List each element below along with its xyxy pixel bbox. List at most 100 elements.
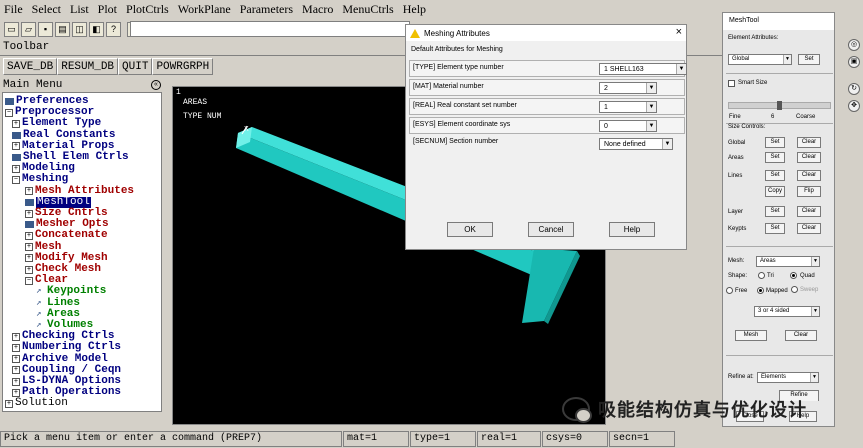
main-menu-item[interactable]: + Archive Model — [12, 353, 108, 365]
main-menu-item[interactable]: + Mesh — [25, 241, 61, 253]
quad-radio[interactable] — [790, 272, 797, 279]
menu-parameters[interactable]: Parameters — [240, 2, 293, 17]
main-menu-item[interactable]: ↗ Lines — [36, 297, 80, 309]
quit-button[interactable]: QUIT — [118, 58, 153, 75]
free-radio[interactable] — [726, 287, 733, 294]
refine-at-select[interactable]: Elements ▼ — [757, 372, 819, 383]
mesh-type-select[interactable]: Areas ▼ — [756, 256, 820, 267]
element-attributes-select[interactable]: Global ▼ — [728, 54, 792, 65]
refine-at-value: Elements — [761, 374, 787, 380]
menu-help[interactable]: Help — [403, 2, 426, 17]
slider-thumb[interactable] — [777, 101, 782, 110]
mapped-radio[interactable] — [757, 287, 764, 294]
areas-clear-button[interactable]: Clear — [797, 152, 821, 163]
mesh-label: Mesh: — [728, 258, 745, 264]
expand-icon: + — [25, 187, 33, 196]
main-menu-item[interactable]: Real Constants — [12, 128, 116, 141]
main-menu-item[interactable]: ↗ Keypoints — [36, 286, 106, 297]
dialog-title: Meshing Attributes — [424, 28, 490, 38]
ansys-logo-icon — [410, 28, 420, 38]
expand-icon: + — [25, 254, 33, 263]
new-file-icon[interactable]: ▭ — [4, 21, 19, 37]
expand-icon: + — [25, 231, 33, 240]
view-zoom-icon[interactable]: ◎ — [848, 39, 860, 51]
lines-clear-button[interactable]: Clear — [797, 170, 821, 181]
collapse-menu-icon[interactable]: « — [151, 80, 161, 90]
mesh-button[interactable]: Mesh — [735, 330, 767, 341]
view-pan-icon[interactable]: ✥ — [848, 100, 860, 112]
real-select[interactable]: 1 ▼ — [599, 101, 657, 113]
menu-plotctrls[interactable]: PlotCtrls — [126, 2, 169, 17]
menu-macro[interactable]: Macro — [302, 2, 333, 17]
sweep-radio[interactable] — [791, 286, 798, 293]
open-folder-icon[interactable]: ▱ — [21, 21, 36, 37]
meshtool-panel: MeshTool Element Attributes: Global ▼ Set… — [722, 12, 835, 427]
menu-menuctrls[interactable]: MenuCtrls — [342, 2, 393, 17]
help-lightbulb-icon[interactable]: ? — [106, 21, 121, 37]
divider — [726, 73, 833, 74]
layer-set-button[interactable]: Set — [765, 206, 785, 217]
expand-icon: + — [12, 366, 20, 375]
collapse-icon: − — [25, 276, 33, 285]
command-input[interactable] — [130, 21, 410, 37]
powergraph-button[interactable]: POWRGRPH — [152, 58, 214, 75]
main-menu-item[interactable]: + Solution — [5, 398, 68, 409]
chevron-down-icon: ▼ — [783, 55, 791, 64]
dialog-subtitle: Default Attributes for Meshing — [411, 46, 503, 53]
view-rotate-icon[interactable]: ↻ — [848, 83, 860, 95]
wechat-logo-icon — [562, 397, 592, 423]
chevron-down-icon: ▼ — [646, 121, 656, 131]
tri-radio[interactable] — [758, 272, 765, 279]
menu-list[interactable]: List — [70, 2, 89, 17]
main-menu-item[interactable]: + Element Type — [12, 118, 101, 129]
image-capture-icon[interactable]: ◧ — [89, 21, 104, 37]
mat-select[interactable]: 2 ▼ — [599, 82, 657, 94]
lines-copy-button[interactable]: Copy — [765, 186, 785, 197]
pick-arrow-icon: ↗ — [36, 308, 42, 319]
layer-clear-button[interactable]: Clear — [797, 206, 821, 217]
ok-button[interactable]: OK — [447, 222, 493, 237]
main-menu-item[interactable]: + Numbering Ctrls — [12, 342, 121, 353]
menu-workplane[interactable]: WorkPlane — [178, 2, 231, 17]
mat-label: [MAT] Material number — [413, 83, 484, 90]
cancel-button[interactable]: Cancel — [528, 222, 574, 237]
menu-leaf-icon — [12, 131, 21, 139]
menu-file[interactable]: File — [4, 2, 23, 17]
attr-set-button[interactable]: Set — [798, 54, 820, 65]
dialog-close-icon[interactable]: × — [676, 26, 682, 38]
keypts-set-button[interactable]: Set — [765, 223, 785, 234]
type-select[interactable]: 1 SHELL163 ▼ — [599, 63, 687, 75]
main-menu-item[interactable]: + Concatenate — [25, 230, 108, 241]
areas-set-button[interactable]: Set — [765, 152, 785, 163]
secnum-select[interactable]: None defined ▼ — [599, 138, 673, 150]
meshtool-title: MeshTool — [723, 13, 834, 30]
type-row: [TYPE] Element type number 1 SHELL163 ▼ — [409, 60, 687, 77]
mat-value: 2 — [604, 85, 608, 92]
main-menu-item[interactable]: + Mesh Attributes — [25, 185, 134, 197]
resume-db-button[interactable]: RESUM_DB — [57, 58, 119, 75]
keypts-clear-button[interactable]: Clear — [797, 223, 821, 234]
save-icon[interactable]: ▪ — [38, 21, 53, 37]
global-set-button[interactable]: Set — [765, 137, 785, 148]
chevron-down-icon: ▼ — [811, 307, 819, 316]
esys-select[interactable]: 0 ▼ — [599, 120, 657, 132]
print-icon[interactable]: ▤ — [55, 21, 70, 37]
main-menu-item[interactable]: − Meshing — [12, 174, 68, 185]
menu-plot[interactable]: Plot — [98, 2, 117, 17]
help-button[interactable]: Help — [609, 222, 655, 237]
view-front-icon[interactable]: ▣ — [848, 56, 860, 68]
smart-size-checkbox[interactable] — [728, 80, 735, 87]
main-menu-item-label: Real Constants — [23, 128, 116, 141]
global-clear-button[interactable]: Clear — [797, 137, 821, 148]
mesh-clear-button[interactable]: Clear — [785, 330, 817, 341]
element-attributes-label: Element Attributes: — [728, 35, 779, 41]
main-menu-item-label: Solution — [15, 397, 68, 410]
plot-title-areas: AREAS — [183, 98, 208, 107]
sided-select[interactable]: 3 or 4 sided ▼ — [754, 306, 820, 317]
lines-flip-button[interactable]: Flip — [797, 186, 821, 197]
lines-set-button[interactable]: Set — [765, 170, 785, 181]
chevron-down-icon: ▼ — [676, 64, 686, 74]
report-icon[interactable]: ◫ — [72, 21, 87, 37]
save-db-button[interactable]: SAVE_DB — [3, 58, 58, 75]
menu-select[interactable]: Select — [32, 2, 61, 17]
